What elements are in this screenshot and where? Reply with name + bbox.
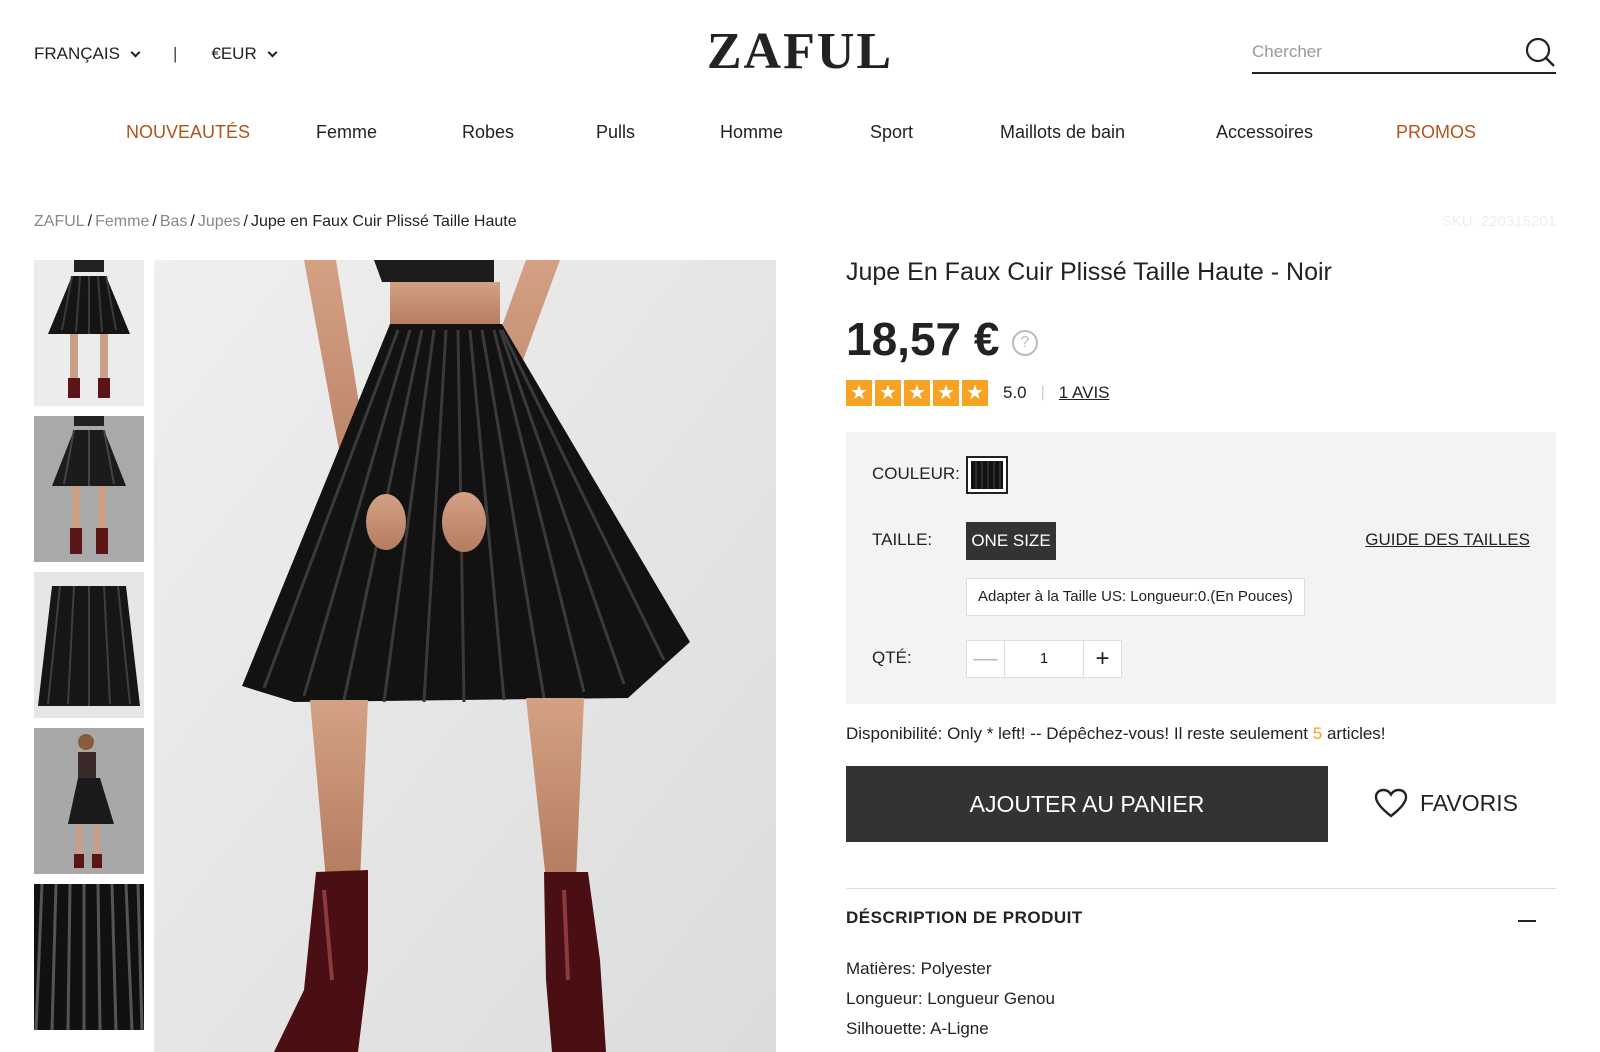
breadcrumb-separator: / xyxy=(243,213,248,230)
star-icon: ★ xyxy=(933,380,959,406)
nav-item-robes[interactable]: Robes xyxy=(462,122,514,143)
breadcrumb-link[interactable]: Bas xyxy=(160,213,188,230)
thumbnail-image[interactable] xyxy=(34,572,144,718)
stock-count: 5 xyxy=(1312,724,1323,743)
nav-item-homme[interactable]: Homme xyxy=(720,122,783,143)
product-price: 18,57 € xyxy=(846,313,1000,365)
search-input[interactable] xyxy=(1252,42,1512,62)
help-icon[interactable]: ? xyxy=(1012,330,1038,356)
decrement-button[interactable]: — xyxy=(967,641,1005,677)
favorites-label: FAVORIS xyxy=(1420,789,1518,816)
heart-icon xyxy=(1374,788,1408,818)
star-icon: ★ xyxy=(846,380,872,406)
nav-item-pulls[interactable]: Pulls xyxy=(596,122,635,143)
nav-item-femme[interactable]: Femme xyxy=(316,122,377,143)
breadcrumb: ZAFUL / Femme / Bas / Jupes / Jupe en Faux Cuir … xyxy=(34,213,517,231)
size-guide-link[interactable]: GUIDE DES TAILLES xyxy=(1365,530,1530,550)
nav-item-sport[interactable]: Sport xyxy=(870,122,913,143)
search-bar xyxy=(1252,32,1556,74)
star-icon: ★ xyxy=(904,380,930,406)
quantity-input[interactable]: 1 xyxy=(1005,641,1083,677)
nav-item-promos[interactable]: PROMOS xyxy=(1396,122,1476,143)
star-icon: ★ xyxy=(875,380,901,406)
color-label: COULEUR: xyxy=(872,464,960,483)
size-option[interactable]: ONE SIZE xyxy=(966,522,1056,560)
breadcrumb-link[interactable]: Femme xyxy=(95,213,149,230)
thumbnail-list xyxy=(34,260,144,1040)
description-list: Matières: Polyester Longueur: Longueur G… xyxy=(846,954,1055,1044)
breadcrumb-separator: / xyxy=(190,213,195,230)
options-panel: COULEUR: TAILLE: ONE SIZE GUIDE DES TAIL… xyxy=(846,432,1556,704)
availability-text: Disponibilité: Only * left! -- Dépêchez-… xyxy=(846,724,1386,744)
description-line: Longueur: Longueur Genou xyxy=(846,989,1055,1008)
description-line: Matières: Polyester xyxy=(846,959,992,978)
qty-label: QTÉ: xyxy=(872,648,912,667)
breadcrumb-separator: / xyxy=(87,213,93,230)
breadcrumb-link[interactable]: Jupes xyxy=(198,213,241,230)
breadcrumb-current: Jupe en Faux Cuir Plissé Taille Haute xyxy=(251,213,517,230)
nav-item-accessoires[interactable]: Accessoires xyxy=(1216,122,1313,143)
thumbnail-image[interactable] xyxy=(34,260,144,406)
breadcrumb-link[interactable]: ZAFUL xyxy=(34,213,85,230)
thumbnail-image[interactable] xyxy=(34,728,144,874)
reviews-link[interactable]: 1 AVIS xyxy=(1059,383,1110,403)
breadcrumb-separator: / xyxy=(152,213,157,230)
thumbnail-image[interactable] xyxy=(34,884,144,1030)
favorites-button[interactable]: FAVORIS xyxy=(1374,788,1518,818)
quantity-stepper: — 1 + xyxy=(966,640,1122,678)
size-label: TAILLE: xyxy=(872,530,933,549)
add-to-cart-button[interactable]: AJOUTER AU PANIER xyxy=(846,766,1328,842)
nav-item-maillots[interactable]: Maillots de bain xyxy=(1000,122,1125,143)
availability-prefix: Disponibilité: Only * left! -- Dépêchez-… xyxy=(846,724,1313,743)
rating-value: 5.0 xyxy=(1003,383,1027,402)
thumbnail-image[interactable] xyxy=(34,416,144,562)
product-rating: ★ ★ ★ ★ ★ 5.0 | 1 AVIS xyxy=(846,380,1110,406)
star-icon: ★ xyxy=(962,380,988,406)
sku-label: SKU: 220315201 xyxy=(1441,213,1556,230)
nav-item-nouveautes[interactable]: NOUVEAUTÉS xyxy=(126,122,250,143)
rating-separator: | xyxy=(1040,384,1045,401)
description-line: Silhouette: A-Ligne xyxy=(846,1019,989,1038)
collapse-icon[interactable] xyxy=(1518,920,1536,922)
availability-suffix: articles! xyxy=(1322,724,1386,743)
product-title: Jupe En Faux Cuir Plissé Taille Haute - … xyxy=(846,258,1332,286)
search-icon[interactable] xyxy=(1524,36,1556,68)
fit-note: Adapter à la Taille US: Longueur:0.(En P… xyxy=(966,578,1305,616)
main-product-image[interactable] xyxy=(154,260,776,1052)
section-divider xyxy=(846,888,1556,889)
color-swatch-black[interactable] xyxy=(966,456,1008,494)
increment-button[interactable]: + xyxy=(1083,641,1121,677)
description-heading[interactable]: DÉSCRIPTION DE PRODUIT xyxy=(846,908,1083,928)
